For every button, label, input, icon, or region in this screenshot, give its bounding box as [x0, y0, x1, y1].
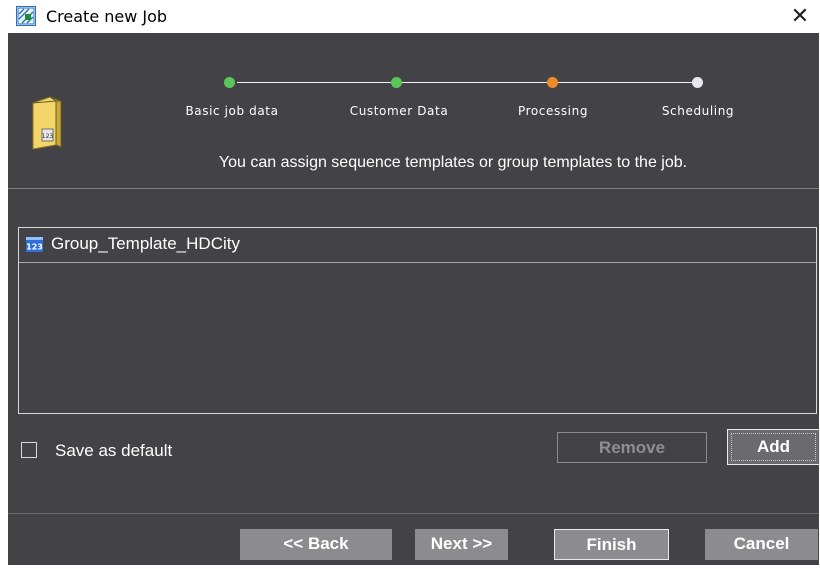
create-job-dialog: Create new Job ✕ 123 Basic job data Cust…	[0, 0, 820, 569]
step-label-scheduling: Scheduling	[661, 104, 735, 118]
close-button[interactable]: ✕	[783, 2, 817, 32]
step-label-customer-data: Customer Data	[349, 104, 449, 118]
save-as-default-label: Save as default	[55, 441, 173, 460]
cancel-button[interactable]: Cancel	[705, 529, 818, 560]
step-label-basic-job-data: Basic job data	[185, 104, 279, 118]
next-button[interactable]: Next >>	[415, 529, 508, 560]
wizard-header: 123 Basic job data Customer Data Process…	[8, 33, 819, 188]
template-list[interactable]: 123 Group_Template_HDCity	[18, 227, 817, 414]
footer-divider	[8, 513, 819, 514]
svg-text:123: 123	[26, 243, 43, 252]
remove-button[interactable]: Remove	[557, 432, 707, 463]
job-folder-icon: 123	[32, 96, 62, 150]
svg-text:123: 123	[42, 133, 54, 140]
step-connector	[558, 82, 698, 83]
step-connector	[402, 82, 547, 83]
window-title: Create new Job	[46, 7, 168, 26]
finish-button[interactable]: Finish	[554, 529, 669, 560]
app-icon	[16, 6, 36, 26]
dialog-body: 123 Basic job data Customer Data Process…	[8, 33, 820, 565]
title-bar: Create new Job ✕	[0, 0, 820, 33]
add-button-label: Add	[756, 437, 791, 456]
step-label-processing: Processing	[517, 104, 589, 118]
save-as-default-checkbox[interactable]	[21, 442, 37, 458]
template-list-item[interactable]: 123 Group_Template_HDCity	[19, 228, 816, 263]
step-connector	[237, 82, 391, 83]
template-item-label: Group_Template_HDCity	[51, 234, 240, 253]
wizard-description: You can assign sequence templates or gro…	[218, 154, 688, 171]
header-divider	[8, 188, 819, 189]
step-indicator-scheduling	[692, 77, 703, 88]
step-indicator-basic-job-data	[224, 77, 235, 88]
group-template-icon: 123	[26, 237, 43, 252]
add-button[interactable]: Add	[727, 429, 820, 465]
back-button[interactable]: << Back	[240, 529, 392, 560]
step-indicator-processing	[547, 77, 558, 88]
step-indicator-customer-data	[391, 77, 402, 88]
